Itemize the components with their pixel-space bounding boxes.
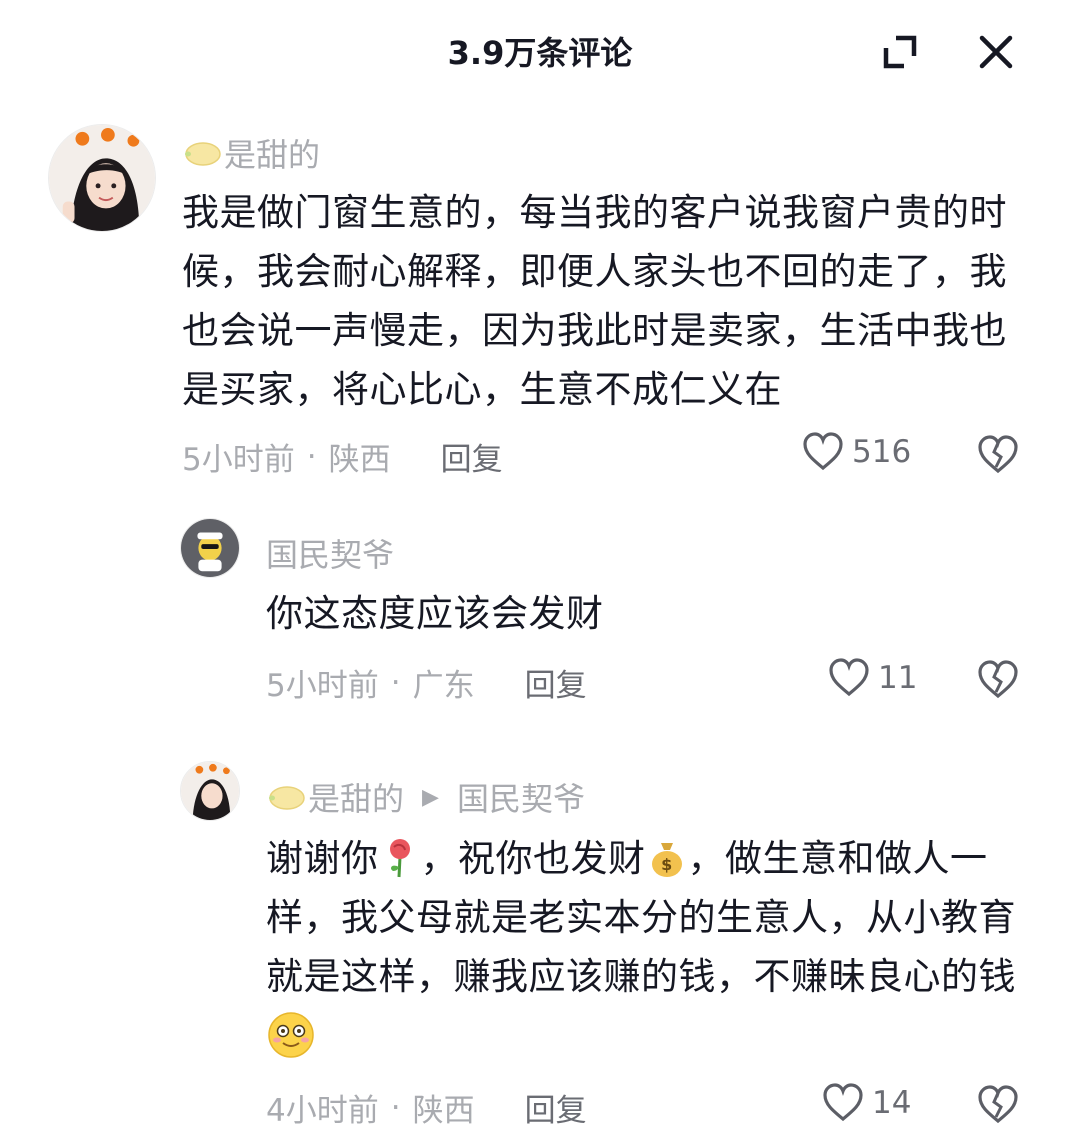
comment-text: 谢谢你 ，祝你也发财 $ ，做生意和做人一样，我父母就是老实本分的生意人，从小教育就是… bbox=[266, 829, 1036, 1065]
dislike-button[interactable] bbox=[977, 658, 1019, 700]
reply-to-username[interactable]: 国民契爷 bbox=[457, 774, 585, 820]
comment-text: 我是做门窗生意的，每当我的客户说我窗户贵的时候，我会耐心解释，即便人家头也不回的… bbox=[182, 191, 1007, 411]
broken-heart-icon bbox=[978, 1085, 1018, 1124]
avatar[interactable] bbox=[180, 761, 240, 821]
like-button[interactable]: 516 bbox=[802, 432, 911, 472]
dislike-button[interactable] bbox=[977, 1083, 1019, 1125]
close-icon[interactable] bbox=[974, 30, 1018, 74]
dislike-button[interactable] bbox=[977, 433, 1019, 475]
comment-location: 陕西 bbox=[328, 442, 391, 478]
comment-username[interactable]: 国民契爷 bbox=[266, 530, 394, 576]
like-count: 516 bbox=[852, 434, 912, 470]
like-button[interactable]: 14 bbox=[822, 1083, 911, 1123]
reply-button[interactable]: 回复 bbox=[441, 434, 503, 479]
comment-text: 你这态度应该会发财 bbox=[266, 592, 604, 635]
comment-meta: 4小时前 · 陕西 回复 bbox=[266, 1085, 587, 1130]
comment-username[interactable]: 是甜的 ▶ 国民契爷 bbox=[266, 774, 585, 820]
like-count: 11 bbox=[878, 660, 918, 696]
comment-meta: 5小时前 · 广东 回复 bbox=[266, 660, 587, 705]
reply-button[interactable]: 回复 bbox=[525, 1085, 587, 1130]
reply-button[interactable]: 回复 bbox=[525, 660, 587, 705]
username-text: 是甜的 bbox=[308, 780, 405, 818]
comment-time: 5小时前 bbox=[182, 442, 295, 478]
comment-username[interactable]: 是甜的 bbox=[182, 130, 320, 176]
like-count: 14 bbox=[872, 1085, 912, 1121]
heart-outline-icon bbox=[829, 658, 869, 697]
avatar[interactable] bbox=[180, 518, 240, 578]
comment-meta: 5小时前 · 陕西 回复 bbox=[182, 434, 503, 479]
broken-heart-icon bbox=[978, 660, 1018, 699]
broken-heart-icon bbox=[978, 435, 1018, 474]
expand-icon[interactable] bbox=[878, 30, 922, 74]
avatar[interactable] bbox=[48, 124, 156, 232]
rose-emoji-icon bbox=[379, 837, 421, 879]
comment-location: 广东 bbox=[412, 668, 475, 704]
comment-text-part: 谢谢你 bbox=[266, 837, 379, 880]
lemon-emoji-icon bbox=[182, 138, 222, 168]
username-text: 是甜的 bbox=[224, 136, 321, 174]
lemon-emoji-icon bbox=[266, 782, 306, 812]
comment-time: 5小时前 bbox=[266, 668, 379, 704]
username-text: 国民契爷 bbox=[266, 536, 395, 574]
flushed-smile-emoji-icon bbox=[266, 1010, 316, 1060]
reply-arrow-icon: ▶ bbox=[422, 784, 439, 810]
money-bag-emoji-icon: $ bbox=[646, 837, 688, 879]
like-button[interactable]: 11 bbox=[828, 658, 917, 698]
comment-text-part: ，祝你也发财 bbox=[420, 837, 646, 880]
comment-location: 陕西 bbox=[412, 1093, 475, 1129]
heart-outline-icon bbox=[823, 1083, 863, 1122]
comment-time: 4小时前 bbox=[266, 1093, 379, 1129]
heart-outline-icon bbox=[803, 432, 843, 471]
svg-text:$: $ bbox=[661, 855, 673, 874]
